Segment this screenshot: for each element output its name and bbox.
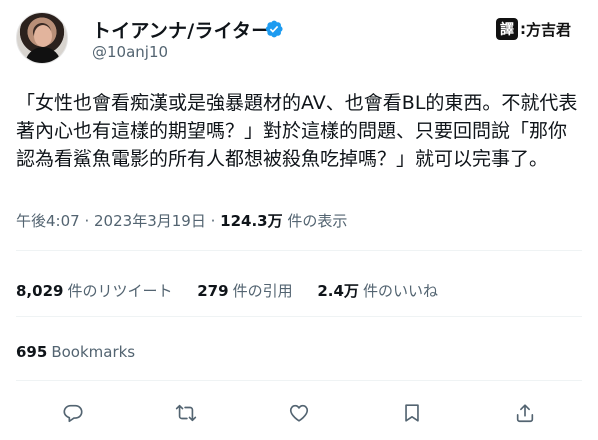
avatar-face (34, 25, 52, 47)
avatar[interactable] (16, 12, 68, 64)
bookmarks-label: Bookmarks (51, 343, 136, 361)
retweet-icon (175, 404, 196, 422)
divider (16, 250, 582, 251)
avatar-body (25, 47, 61, 63)
share-icon (517, 404, 534, 423)
translator-credit: 譯 : 方吉君 (496, 16, 571, 42)
likes-label: 件のいいね (362, 282, 438, 300)
tweet-date[interactable]: 2023年3月19日 (94, 212, 206, 230)
reply-icon (63, 404, 83, 423)
bookmark-button[interactable] (395, 396, 429, 430)
quotes-label: 件の引用 (232, 282, 293, 300)
retweets-stat[interactable]: 8,029 件のリツイート (16, 282, 172, 300)
meta-separator: · (210, 212, 221, 230)
quotes-count: 279 (197, 282, 229, 300)
views-label: 件の表示 (287, 212, 348, 230)
bookmark-icon (405, 404, 419, 422)
divider (16, 316, 582, 317)
author-display-name[interactable]: トイアンナ/ライター (92, 16, 270, 43)
tweet-text: 「女性也會看痴漢或是強暴題材的AV、也會看BL的東西。不就代表著內心也有這樣的期… (16, 92, 578, 170)
views-count: 124.3万 (220, 212, 283, 230)
divider (16, 380, 582, 381)
likes-count: 2.4万 (317, 282, 359, 300)
tweet-actions (16, 396, 582, 430)
quotes-stat[interactable]: 279 件の引用 (197, 282, 292, 300)
retweets-label: 件のリツイート (67, 282, 173, 300)
meta-separator: · (84, 212, 95, 230)
likes-stat[interactable]: 2.4万 件のいいね (317, 282, 438, 300)
retweets-count: 8,029 (16, 282, 64, 300)
bookmarks-stat[interactable]: 695 Bookmarks (16, 343, 135, 361)
verified-badge-icon (265, 20, 283, 38)
translator-name: 方吉君 (526, 20, 572, 39)
translator-tag: 譯 (496, 18, 518, 40)
reply-button[interactable] (56, 396, 90, 430)
tweet-meta: 午後4:07 · 2023年3月19日 · 124.3万 件の表示 (16, 210, 347, 231)
author-handle[interactable]: @10anj10 (92, 43, 168, 61)
share-button[interactable] (508, 396, 542, 430)
engagement-stats: 8,029 件のリツイート 279 件の引用 2.4万 件のいいね (16, 280, 458, 301)
like-icon (289, 404, 309, 422)
tweet-time[interactable]: 午後4:07 (16, 212, 80, 230)
retweet-button[interactable] (169, 396, 203, 430)
bookmarks-count: 695 (16, 343, 48, 361)
like-button[interactable] (282, 396, 316, 430)
